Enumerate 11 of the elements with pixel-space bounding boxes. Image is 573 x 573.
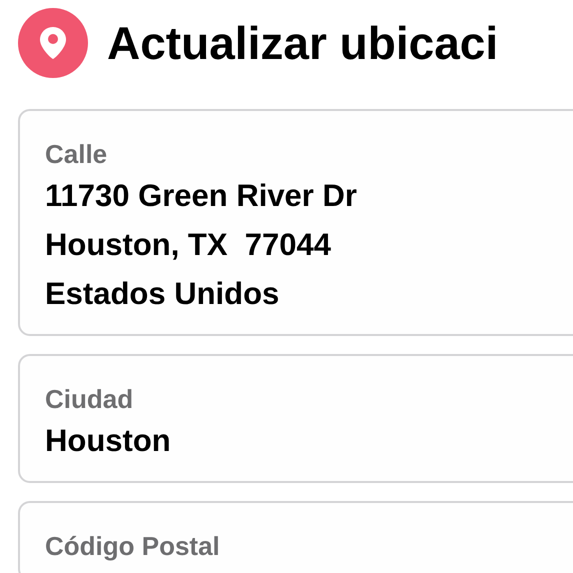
address-field[interactable]: Calle 11730 Green River Dr Houston, TX 77044 Estados Unidos bbox=[18, 109, 573, 336]
field-value: 11730 Green River Dr bbox=[45, 177, 358, 215]
field-value: Houston bbox=[45, 422, 172, 460]
page-title: Actualizar ubicaci bbox=[107, 20, 498, 66]
field-label: Ciudad bbox=[45, 383, 134, 416]
field-label: Código Postal bbox=[45, 530, 221, 563]
field-value: Estados Unidos bbox=[45, 275, 280, 313]
field-value: Houston, TX 77044 bbox=[45, 226, 332, 264]
address-field[interactable]: Código Postal bbox=[18, 501, 573, 573]
field-label: Calle bbox=[45, 138, 108, 171]
address-field[interactable]: Ciudad Houston bbox=[18, 354, 573, 483]
